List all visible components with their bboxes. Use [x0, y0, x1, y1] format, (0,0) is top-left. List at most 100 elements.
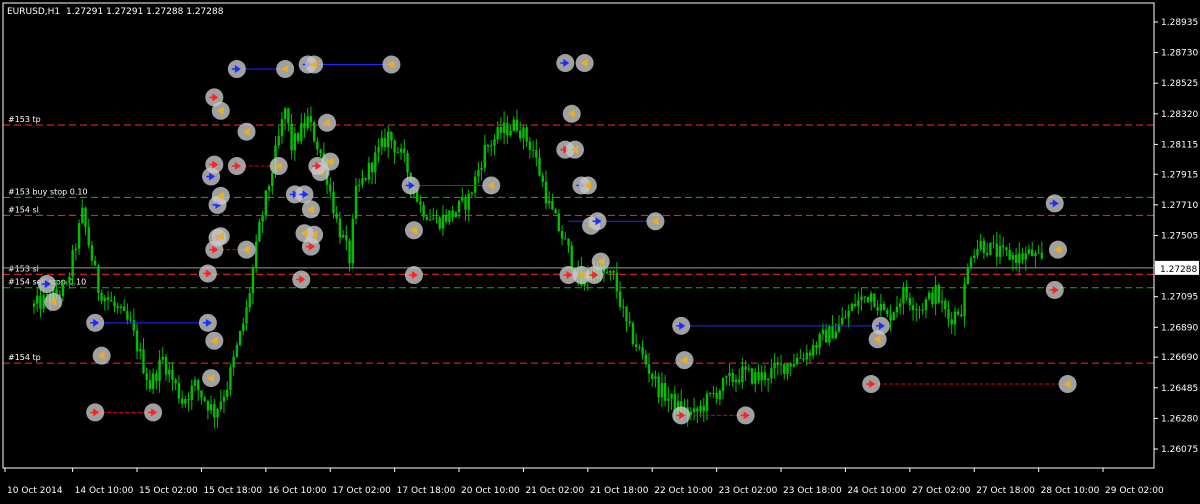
candle-body	[934, 285, 937, 305]
close-marker-icon[interactable]	[237, 122, 256, 141]
candle-body	[944, 300, 947, 310]
candle-body	[631, 323, 635, 345]
candle-body	[654, 376, 657, 379]
candle-body	[870, 293, 873, 302]
candle-body	[100, 292, 103, 302]
sell-marker-icon[interactable]	[585, 266, 604, 285]
sell-marker-icon[interactable]	[1045, 280, 1064, 299]
candle	[631, 321, 635, 347]
candle-body	[1002, 245, 1005, 248]
candle-body	[106, 297, 110, 301]
order-level-label: #153 sl	[8, 264, 39, 273]
candle-body	[396, 152, 400, 154]
close-marker-icon[interactable]	[301, 200, 320, 219]
candle-body	[969, 258, 973, 269]
close-marker-icon[interactable]	[321, 152, 340, 171]
current-price-label: 1.27288	[1160, 265, 1197, 275]
sell-marker-icon[interactable]	[144, 403, 163, 422]
close-marker-icon[interactable]	[269, 157, 288, 176]
buy-marker-icon[interactable]	[86, 313, 105, 332]
candle-body	[844, 317, 847, 319]
sell-marker-icon[interactable]	[86, 403, 105, 422]
candle-body	[425, 216, 429, 220]
candle-body	[860, 296, 863, 301]
candle-body	[921, 309, 924, 311]
sell-marker-icon[interactable]	[862, 375, 881, 394]
time-tick-label: 27 Oct 18:00	[976, 486, 1035, 496]
sell-marker-icon[interactable]	[736, 406, 755, 425]
candle-body	[853, 303, 857, 307]
candle-body	[303, 123, 306, 129]
buy-marker-icon[interactable]	[401, 176, 420, 195]
close-marker-icon[interactable]	[305, 55, 324, 74]
sell-marker-icon[interactable]	[292, 270, 311, 289]
price-chart[interactable]: #153 tp #153 buy stop 0.10 #154 sl #153 sl #…	[0, 0, 1200, 500]
candle-body	[444, 214, 448, 222]
candle-body	[319, 149, 322, 154]
close-marker-icon[interactable]	[675, 351, 694, 370]
buy-marker-icon[interactable]	[227, 60, 246, 79]
close-marker-icon[interactable]	[565, 140, 584, 159]
time-tick-label: 15 Oct 18:00	[203, 486, 262, 496]
price-tick-label: 1.28320	[1161, 110, 1198, 120]
candle-body	[725, 376, 728, 378]
sell-marker-icon[interactable]	[672, 406, 691, 425]
candle-body	[161, 357, 164, 360]
close-marker-icon[interactable]	[44, 292, 63, 311]
buy-marker-icon[interactable]	[37, 275, 56, 294]
buy-marker-icon[interactable]	[198, 313, 217, 332]
sell-marker-icon[interactable]	[205, 155, 224, 174]
candle-body	[110, 300, 113, 302]
order-level-label: #153 buy stop 0.10	[8, 187, 88, 196]
close-marker-icon[interactable]	[205, 331, 224, 350]
close-marker-icon[interactable]	[202, 369, 221, 388]
candle-body	[618, 291, 622, 307]
close-marker-icon[interactable]	[646, 212, 665, 231]
close-marker-icon[interactable]	[382, 55, 401, 74]
candle-body	[316, 141, 319, 150]
sell-marker-icon[interactable]	[227, 157, 246, 176]
candle-body	[612, 270, 615, 273]
candle-body	[799, 357, 802, 359]
candle-body	[889, 314, 892, 321]
close-marker-icon[interactable]	[211, 227, 230, 246]
buy-marker-icon[interactable]	[672, 316, 691, 335]
close-marker-icon[interactable]	[562, 104, 581, 123]
close-marker-icon[interactable]	[404, 221, 423, 240]
close-marker-icon[interactable]	[482, 176, 501, 195]
candle-body	[615, 272, 619, 292]
buy-marker-icon[interactable]	[556, 54, 575, 73]
candle-body	[660, 382, 664, 398]
close-marker-icon[interactable]	[318, 113, 337, 132]
candle-body	[403, 148, 406, 153]
sell-marker-icon[interactable]	[198, 264, 217, 283]
close-marker-icon[interactable]	[1058, 375, 1077, 394]
close-marker-icon[interactable]	[1048, 240, 1067, 259]
close-marker-icon[interactable]	[237, 240, 256, 259]
close-marker-icon[interactable]	[578, 176, 597, 195]
close-marker-icon[interactable]	[575, 54, 594, 73]
candle-body	[667, 398, 670, 401]
candle-body	[261, 215, 264, 222]
sell-marker-icon[interactable]	[301, 237, 320, 256]
buy-marker-icon[interactable]	[588, 212, 607, 231]
buy-marker-icon[interactable]	[1045, 194, 1064, 213]
candle-body	[490, 145, 493, 147]
candle-body	[467, 193, 470, 210]
candle-body	[348, 240, 351, 264]
price-axis[interactable]: 1.26075 1.26280 1.26485 1.26690 1.26890 1.270…	[1154, 18, 1199, 455]
candle-body	[180, 398, 184, 404]
close-marker-icon[interactable]	[276, 60, 295, 79]
close-marker-icon[interactable]	[211, 186, 230, 205]
sell-marker-icon[interactable]	[404, 266, 423, 285]
candle-body	[741, 366, 744, 383]
close-marker-icon[interactable]	[211, 101, 230, 120]
candle-body	[93, 260, 97, 266]
candle-body	[222, 396, 226, 402]
candle-body	[905, 286, 908, 298]
candle-body	[464, 197, 467, 210]
time-tick-label: 29 Oct 02:00	[1105, 486, 1164, 496]
candle	[454, 211, 458, 218]
buy-marker-icon[interactable]	[871, 316, 890, 335]
close-marker-icon[interactable]	[92, 346, 111, 365]
